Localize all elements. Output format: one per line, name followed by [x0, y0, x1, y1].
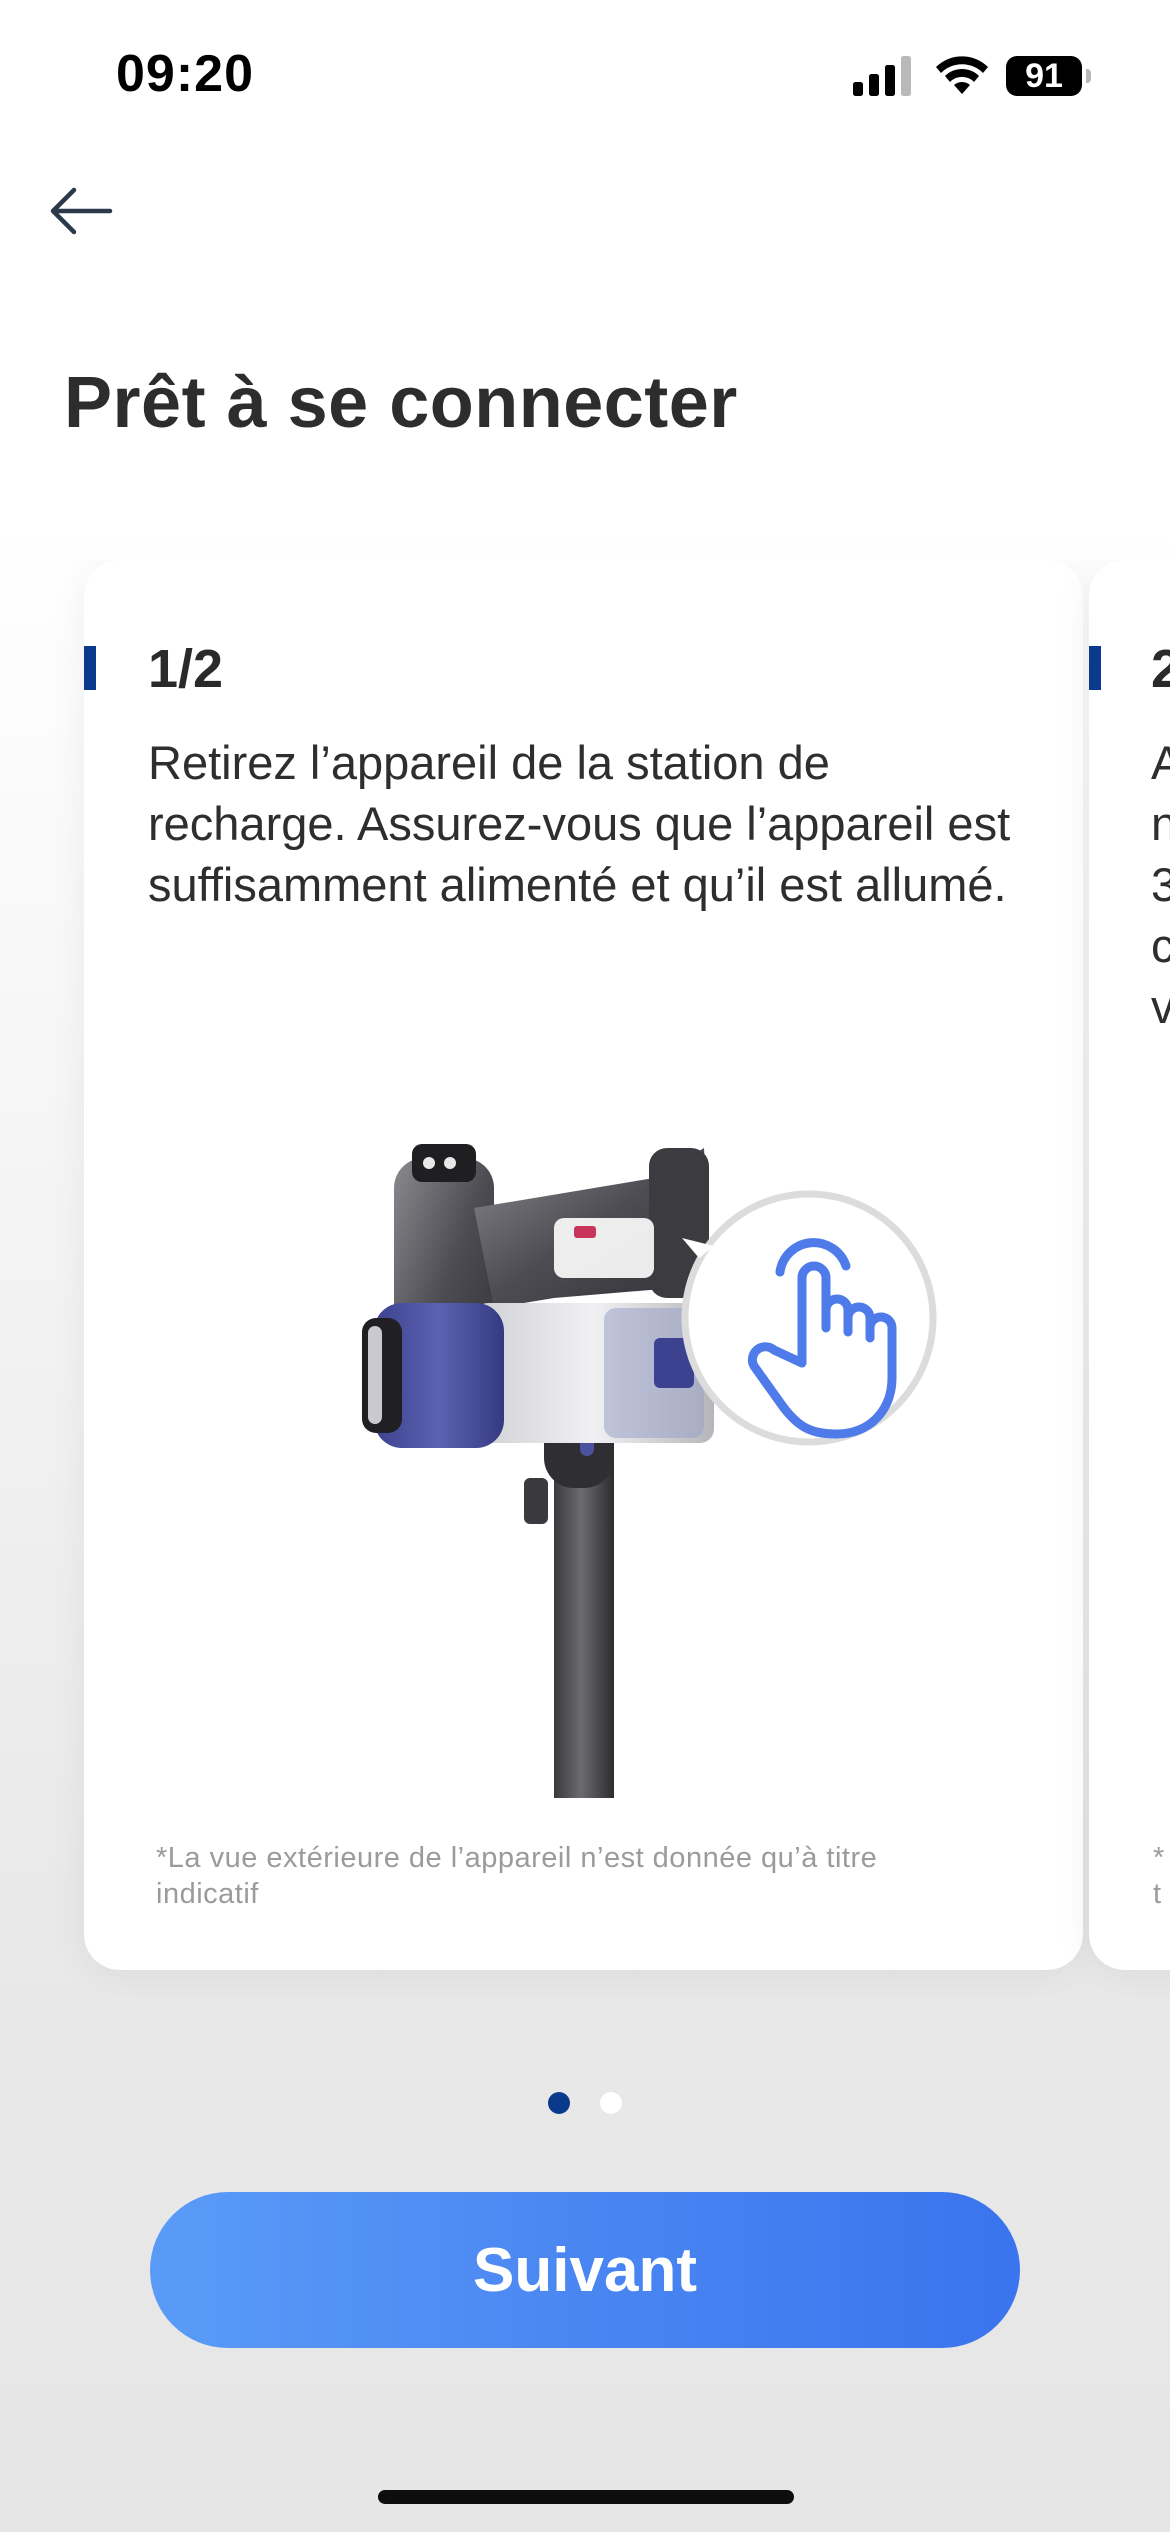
battery-tip: [1086, 69, 1091, 83]
step-marker: [1089, 646, 1101, 690]
disclaimer: * t: [1153, 1842, 1165, 1910]
stick-vacuum-illustration: [362, 1144, 937, 1798]
battery-icon: 91: [1006, 56, 1092, 96]
pagination-dots: [0, 2092, 1170, 2116]
disclaimer: *La vue extérieure de l’appareil n’est d…: [156, 1842, 878, 1910]
status-time: 09:20: [116, 45, 254, 103]
wifi-icon: [936, 56, 988, 94]
step-carousel[interactable]: 1/2 Retirez l’appareil de la station de …: [0, 560, 1170, 2000]
signal-icon: [853, 56, 911, 96]
page-dot-active[interactable]: [548, 2092, 570, 2114]
back-button[interactable]: [44, 176, 124, 246]
step-number: 1/2: [148, 639, 224, 699]
next-button[interactable]: Suivant: [150, 2192, 1020, 2348]
status-bar: 09:20 91: [0, 0, 1170, 150]
step-number: 2: [1151, 639, 1170, 699]
step-card-next[interactable]: 2 A n 3 c v * t: [1089, 560, 1170, 1970]
battery-level: 91: [1006, 56, 1082, 96]
step-instruction: A n 3 c v: [1151, 736, 1170, 1033]
step-marker: [84, 646, 96, 690]
arrow-left-icon: [50, 187, 113, 235]
step-instruction: Retirez l’appareil de la station de rech…: [148, 736, 1011, 911]
page-title: Prêt à se connecter: [64, 363, 738, 443]
step-card: 1/2 Retirez l’appareil de la station de …: [84, 560, 1083, 1970]
page-dot[interactable]: [600, 2092, 622, 2114]
home-indicator: [378, 2490, 794, 2504]
